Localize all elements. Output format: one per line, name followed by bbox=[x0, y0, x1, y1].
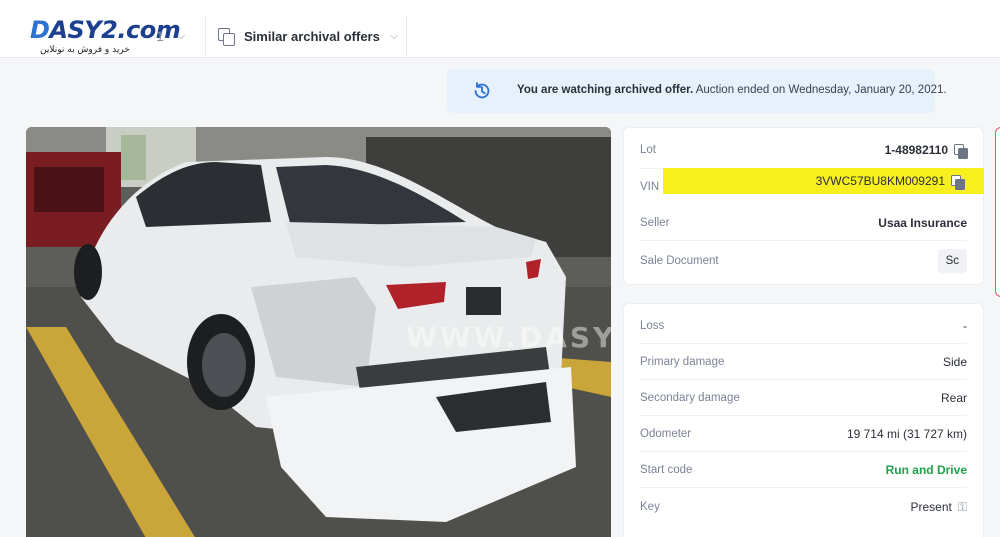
vin-value-group: 3VWC57BU8KM009291 bbox=[816, 174, 965, 190]
similar-archival-offers-button[interactable]: Similar archival offers ⌵ bbox=[218, 24, 398, 48]
archived-notice: You are watching archived offer. Auction… bbox=[447, 69, 947, 113]
similar-offers-label: Similar archival offers bbox=[244, 28, 380, 44]
lot-value-group: 1-48982110 bbox=[884, 143, 968, 159]
side-panel-edge bbox=[995, 127, 1000, 297]
archived-notice-text: You are watching archived offer. Auction… bbox=[517, 84, 947, 96]
odometer-value: 19 714 mi (31 727 km) bbox=[846, 426, 967, 441]
key-row: Key Present ⚿ bbox=[640, 488, 967, 526]
copy-icon[interactable] bbox=[954, 143, 968, 159]
photo-watermark: WWW.DASY2 bbox=[406, 321, 611, 354]
sale-document-row: Sale Document Sc bbox=[640, 241, 967, 281]
chevron-down-icon: ⌵ bbox=[389, 29, 399, 42]
secondary-damage-value: Rear bbox=[940, 390, 967, 405]
primary-damage-row: Primary damage Side bbox=[640, 344, 967, 380]
odometer-label: Odometer bbox=[640, 427, 692, 440]
start-code-value: Run and Drive bbox=[885, 462, 967, 477]
secondary-damage-label: Secondary damage bbox=[640, 391, 740, 404]
secondary-damage-row: Secondary damage Rear bbox=[640, 380, 967, 416]
key-value: Present bbox=[910, 500, 952, 514]
vehicle-photo[interactable]: WWW.DASY2 bbox=[26, 127, 611, 537]
divider bbox=[406, 16, 407, 56]
seller-value: Usaa Insurance bbox=[878, 215, 967, 230]
loss-label: Loss bbox=[640, 319, 665, 332]
divider bbox=[205, 16, 206, 56]
vin-label: VIN bbox=[640, 180, 660, 193]
lot-tab-count[interactable]: 1 bbox=[156, 28, 164, 44]
chevron-down-icon[interactable]: ⌵ bbox=[177, 30, 185, 43]
loss-row: Loss - bbox=[640, 308, 967, 344]
key-label: Key bbox=[640, 501, 660, 513]
logo-tagline: خرید و فروش به نونلاین bbox=[40, 45, 130, 55]
loss-value: - bbox=[963, 318, 967, 333]
key-value-group: Present ⚿ bbox=[911, 500, 968, 515]
sale-document-badge[interactable]: Sc bbox=[937, 249, 967, 273]
history-icon bbox=[474, 82, 490, 99]
lot-label: Lot bbox=[640, 144, 656, 156]
lot-details-card: Lot 1-48982110 VIN Seller Usaa Insurance… bbox=[623, 127, 984, 285]
vin-highlight: 3VWC57BU8KM009291 bbox=[663, 168, 984, 194]
lot-row: Lot 1-48982110 bbox=[640, 132, 968, 169]
start-code-row: Start code Run and Drive bbox=[640, 452, 967, 488]
copy-icon bbox=[218, 28, 235, 46]
seller-row: Seller Usaa Insurance bbox=[640, 205, 967, 241]
copy-icon[interactable] bbox=[951, 174, 965, 190]
condition-card: Loss - Primary damage Side Secondary dam… bbox=[623, 303, 984, 537]
key-icon: ⚿ bbox=[957, 499, 967, 514]
primary-damage-label: Primary damage bbox=[640, 355, 725, 368]
vin-number[interactable]: 3VWC57BU8KM009291 bbox=[816, 174, 945, 188]
lot-number: 1-48982110 bbox=[884, 143, 948, 157]
seller-label: Seller bbox=[640, 216, 670, 229]
start-code-label: Start code bbox=[640, 463, 693, 476]
sale-document-label: Sale Document bbox=[640, 255, 719, 267]
top-bar: DASY2.com خرید و فروش به نونلاین 1 ⌵ Sim… bbox=[0, 0, 1000, 58]
site-logo[interactable]: DASY2.com خرید و فروش به نونلاین bbox=[26, 14, 181, 60]
primary-damage-value: Side bbox=[942, 354, 967, 369]
odometer-row: Odometer 19 714 mi (31 727 km) bbox=[640, 416, 967, 452]
